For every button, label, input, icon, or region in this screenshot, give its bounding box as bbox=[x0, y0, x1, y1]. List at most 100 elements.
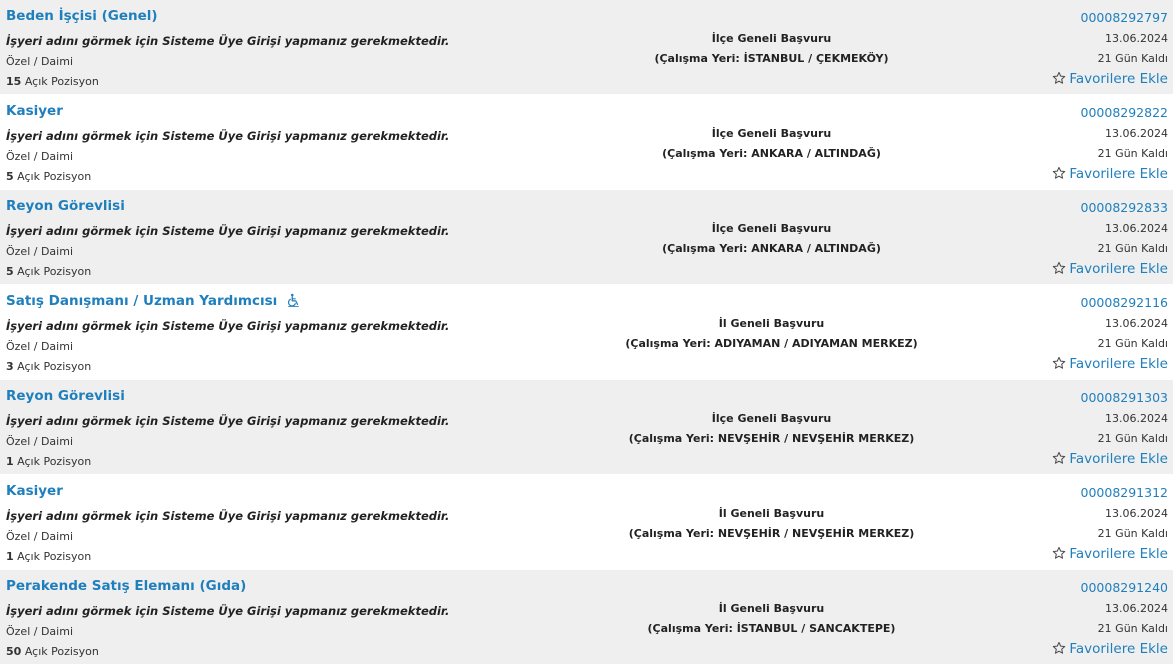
listing-id-link[interactable]: 00008291312 bbox=[1081, 485, 1168, 500]
job-listing-list: Beden İşçisi (Genel) İşyeri adını görmek… bbox=[0, 0, 1173, 665]
days-remaining: 21 Gün Kaldı bbox=[1097, 432, 1168, 445]
job-title-text: Satış Danışmanı / Uzman Yardımcısı bbox=[6, 293, 278, 309]
application-scope: İl Geneli Başvuru bbox=[718, 507, 825, 520]
employer-hidden-notice: İşyeri adını görmek için Sisteme Üye Gir… bbox=[6, 319, 450, 333]
star-outline-icon bbox=[1052, 641, 1066, 659]
days-remaining: 21 Gün Kaldı bbox=[1097, 527, 1168, 540]
open-positions: 5 Açık Pozisyon bbox=[6, 170, 91, 183]
open-positions-label: Açık Pozisyon bbox=[17, 455, 92, 468]
open-positions-label: Açık Pozisyon bbox=[24, 645, 99, 658]
work-location: (Çalışma Yeri: ANKARA / ALTINDAĞ) bbox=[662, 147, 881, 160]
add-to-favorites-button[interactable]: Favorilere Ekle bbox=[1052, 546, 1168, 564]
job-title-link[interactable]: Satış Danışmanı / Uzman Yardımcısı bbox=[6, 293, 301, 311]
listing-date: 13.06.2024 bbox=[1105, 602, 1168, 615]
work-location: (Çalışma Yeri: ADIYAMAN / ADIYAMAN MERKE… bbox=[625, 337, 918, 350]
star-outline-icon bbox=[1052, 451, 1066, 469]
employment-type: Özel / Daimi bbox=[6, 245, 73, 258]
listing-id-link[interactable]: 00008292833 bbox=[1081, 200, 1168, 215]
job-title-text: Reyon Görevlisi bbox=[6, 388, 125, 404]
open-positions-count: 1 bbox=[6, 455, 14, 468]
job-title-link[interactable]: Reyon Görevlisi bbox=[6, 198, 125, 214]
employer-hidden-notice: İşyeri adını görmek için Sisteme Üye Gir… bbox=[6, 604, 450, 618]
employment-type: Özel / Daimi bbox=[6, 340, 73, 353]
application-scope: İlçe Geneli Başvuru bbox=[711, 412, 832, 425]
open-positions-label: Açık Pozisyon bbox=[17, 170, 92, 183]
work-location: (Çalışma Yeri: İSTANBUL / ÇEKMEKÖY) bbox=[654, 52, 889, 65]
work-location: (Çalışma Yeri: İSTANBUL / SANCAKTEPE) bbox=[647, 622, 896, 635]
open-positions-count: 15 bbox=[6, 75, 22, 88]
days-remaining: 21 Gün Kaldı bbox=[1097, 337, 1168, 350]
application-scope: İlçe Geneli Başvuru bbox=[711, 222, 832, 235]
job-title-text: Beden İşçisi (Genel) bbox=[6, 8, 158, 24]
open-positions-label: Açık Pozisyon bbox=[17, 550, 92, 563]
job-title-link[interactable]: Kasiyer bbox=[6, 103, 63, 119]
listing-id-link[interactable]: 00008291240 bbox=[1081, 580, 1168, 595]
add-to-favorites-button[interactable]: Favorilere Ekle bbox=[1052, 71, 1168, 89]
employer-hidden-notice: İşyeri adını görmek için Sisteme Üye Gir… bbox=[6, 34, 450, 48]
days-remaining: 21 Gün Kaldı bbox=[1097, 52, 1168, 65]
application-scope: İlçe Geneli Başvuru bbox=[711, 32, 832, 45]
job-listing-row: Kasiyer İşyeri adını görmek için Sisteme… bbox=[0, 95, 1173, 190]
listing-id-link[interactable]: 00008292797 bbox=[1081, 10, 1168, 25]
add-to-favorites-label: Favorilere Ekle bbox=[1069, 641, 1168, 657]
job-title-text: Kasiyer bbox=[6, 483, 63, 499]
employment-type: Özel / Daimi bbox=[6, 435, 73, 448]
add-to-favorites-label: Favorilere Ekle bbox=[1069, 71, 1168, 87]
employment-type: Özel / Daimi bbox=[6, 625, 73, 638]
work-location: (Çalışma Yeri: NEVŞEHİR / NEVŞEHİR MERKE… bbox=[628, 432, 915, 445]
add-to-favorites-label: Favorilere Ekle bbox=[1069, 356, 1168, 372]
listing-date: 13.06.2024 bbox=[1105, 127, 1168, 140]
application-scope: İl Geneli Başvuru bbox=[718, 317, 825, 330]
add-to-favorites-button[interactable]: Favorilere Ekle bbox=[1052, 451, 1168, 469]
star-outline-icon bbox=[1052, 546, 1066, 564]
employment-type: Özel / Daimi bbox=[6, 150, 73, 163]
job-title-text: Perakende Satış Elemanı (Gıda) bbox=[6, 578, 247, 594]
listing-date: 13.06.2024 bbox=[1105, 32, 1168, 45]
employer-hidden-notice: İşyeri adını görmek için Sisteme Üye Gir… bbox=[6, 129, 450, 143]
employer-hidden-notice: İşyeri adını görmek için Sisteme Üye Gir… bbox=[6, 509, 450, 523]
listing-date: 13.06.2024 bbox=[1105, 222, 1168, 235]
open-positions: 5 Açık Pozisyon bbox=[6, 265, 91, 278]
job-title-link[interactable]: Perakende Satış Elemanı (Gıda) bbox=[6, 578, 246, 594]
add-to-favorites-label: Favorilere Ekle bbox=[1069, 451, 1168, 467]
open-positions: 15 Açık Pozisyon bbox=[6, 75, 99, 88]
job-title-link[interactable]: Kasiyer bbox=[6, 483, 63, 499]
application-scope: İl Geneli Başvuru bbox=[718, 602, 825, 615]
job-listing-row: Beden İşçisi (Genel) İşyeri adını görmek… bbox=[0, 0, 1173, 95]
days-remaining: 21 Gün Kaldı bbox=[1097, 147, 1168, 160]
open-positions-count: 1 bbox=[6, 550, 14, 563]
job-listing-row: Reyon Görevlisi İşyeri adını görmek için… bbox=[0, 190, 1173, 285]
job-title-link[interactable]: Beden İşçisi (Genel) bbox=[6, 8, 158, 24]
listing-id-link[interactable]: 00008292116 bbox=[1081, 295, 1168, 310]
open-positions-count: 5 bbox=[6, 170, 14, 183]
listing-id-link[interactable]: 00008292822 bbox=[1081, 105, 1168, 120]
job-listing-row: Reyon Görevlisi İşyeri adını görmek için… bbox=[0, 380, 1173, 475]
wheelchair-icon bbox=[287, 293, 301, 311]
days-remaining: 21 Gün Kaldı bbox=[1097, 242, 1168, 255]
open-positions-count: 3 bbox=[6, 360, 14, 373]
job-listing-row: Kasiyer İşyeri adını görmek için Sisteme… bbox=[0, 475, 1173, 570]
open-positions: 1 Açık Pozisyon bbox=[6, 550, 91, 563]
open-positions-count: 50 bbox=[6, 645, 22, 658]
star-outline-icon bbox=[1052, 71, 1066, 89]
work-location: (Çalışma Yeri: ANKARA / ALTINDAĞ) bbox=[662, 242, 881, 255]
star-outline-icon bbox=[1052, 166, 1066, 184]
add-to-favorites-button[interactable]: Favorilere Ekle bbox=[1052, 166, 1168, 184]
listing-date: 13.06.2024 bbox=[1105, 507, 1168, 520]
add-to-favorites-button[interactable]: Favorilere Ekle bbox=[1052, 356, 1168, 374]
job-title-link[interactable]: Reyon Görevlisi bbox=[6, 388, 125, 404]
listing-id-link[interactable]: 00008291303 bbox=[1081, 390, 1168, 405]
work-location: (Çalışma Yeri: NEVŞEHİR / NEVŞEHİR MERKE… bbox=[628, 527, 915, 540]
days-remaining: 21 Gün Kaldı bbox=[1097, 622, 1168, 635]
add-to-favorites-label: Favorilere Ekle bbox=[1069, 261, 1168, 277]
employment-type: Özel / Daimi bbox=[6, 55, 73, 68]
add-to-favorites-button[interactable]: Favorilere Ekle bbox=[1052, 641, 1168, 659]
open-positions: 50 Açık Pozisyon bbox=[6, 645, 99, 658]
employer-hidden-notice: İşyeri adını görmek için Sisteme Üye Gir… bbox=[6, 224, 450, 238]
add-to-favorites-label: Favorilere Ekle bbox=[1069, 546, 1168, 562]
open-positions-label: Açık Pozisyon bbox=[17, 360, 92, 373]
add-to-favorites-button[interactable]: Favorilere Ekle bbox=[1052, 261, 1168, 279]
job-listing-row: Perakende Satış Elemanı (Gıda) İşyeri ad… bbox=[0, 570, 1173, 665]
application-scope: İlçe Geneli Başvuru bbox=[711, 127, 832, 140]
job-title-text: Kasiyer bbox=[6, 103, 63, 119]
